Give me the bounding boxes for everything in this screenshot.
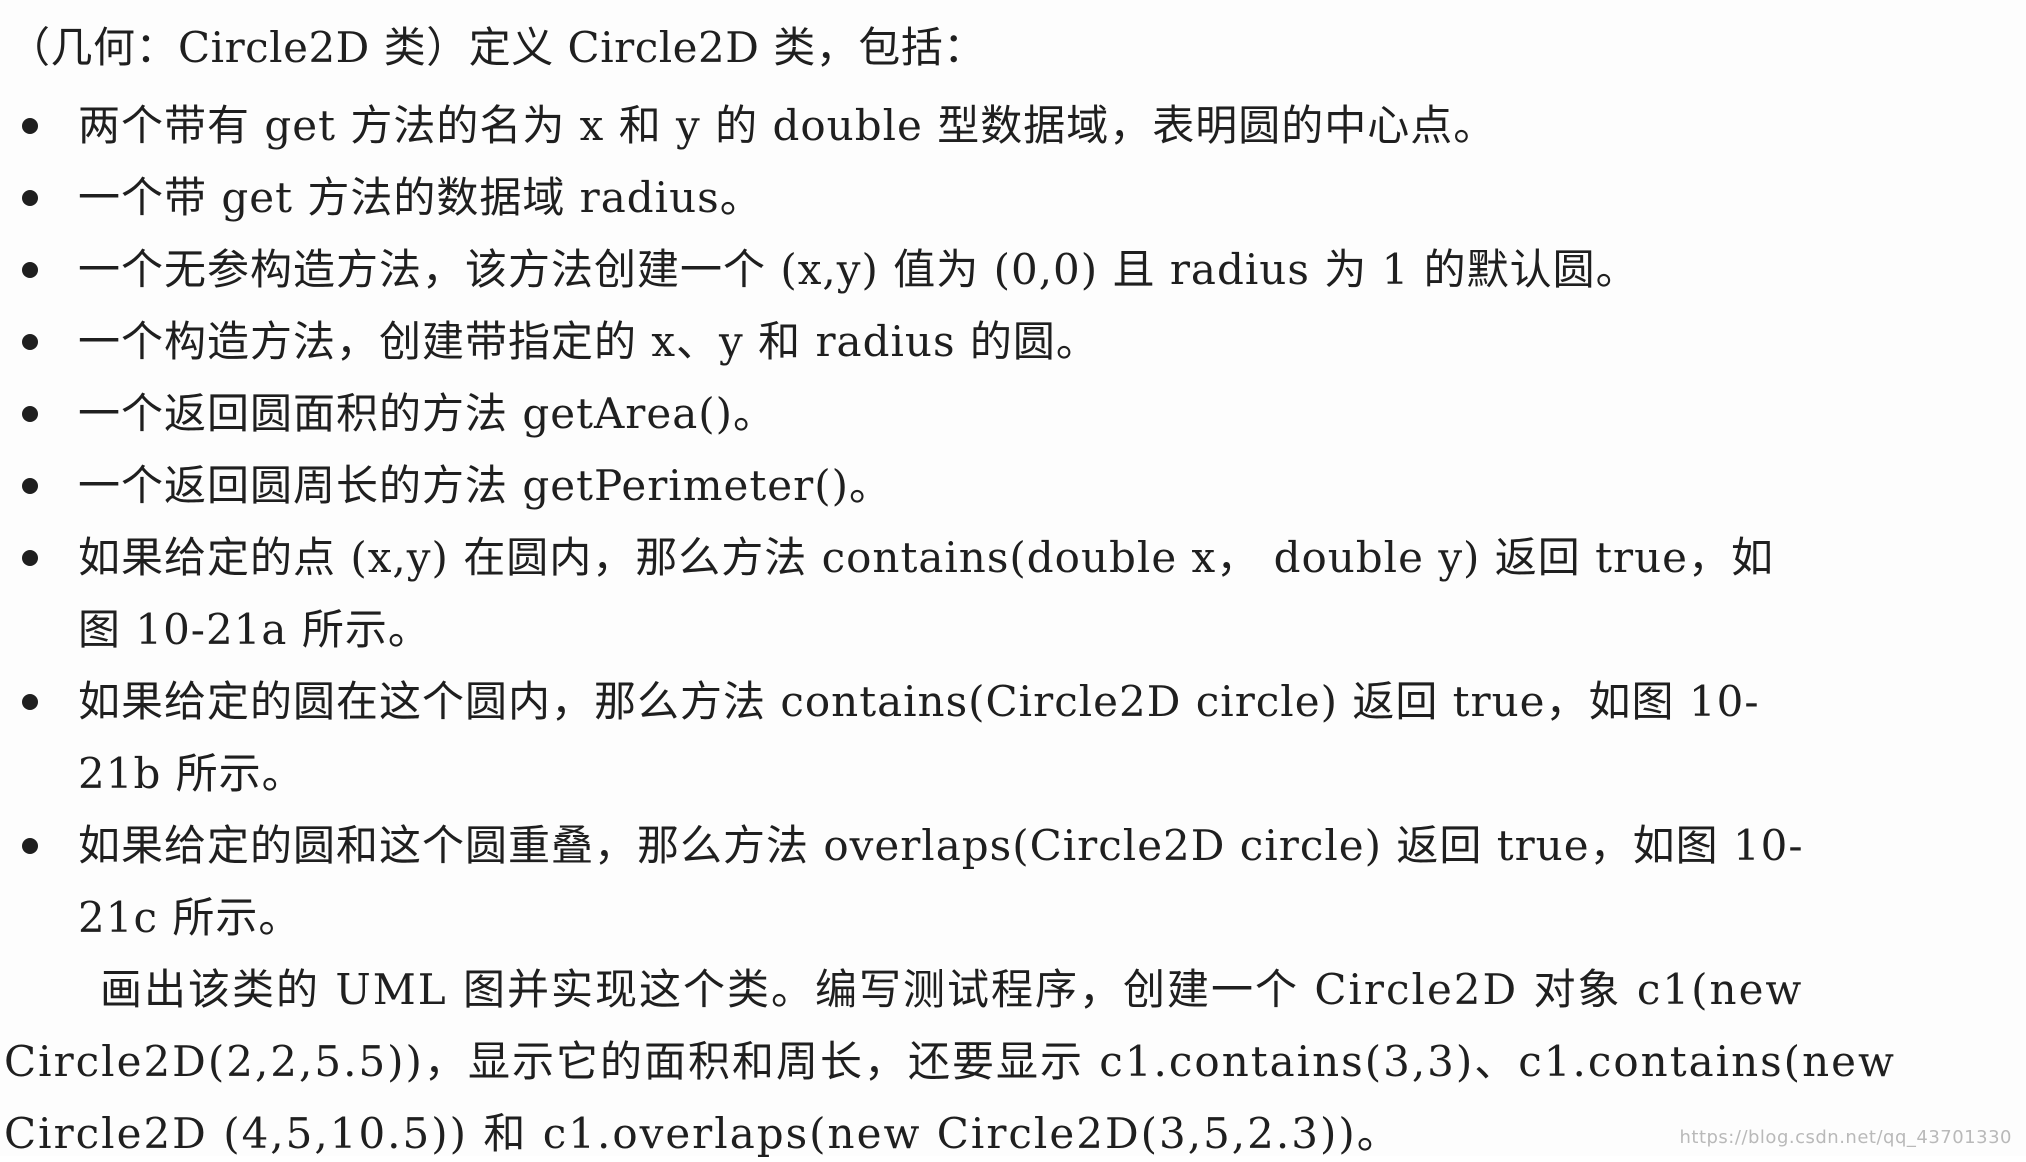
bullet-item-9-continuation: 21c 所示。 [78,893,302,942]
bullet-dot [22,694,38,710]
bullet-item-6: 一个返回圆周长的方法 getPerimeter()。 [78,461,892,510]
cropped-heading-fragment: —— [28,0,148,6]
bullet-dot [22,550,38,566]
bullet-item-3: 一个无参构造方法，该方法创建一个 (x,y) 值为 (0,0) 且 radius… [78,245,1639,294]
bullet-item-5: 一个返回圆面积的方法 getArea()。 [78,389,777,438]
bullet-dot [22,334,38,350]
bullet-dot [22,190,38,206]
paragraph-line-2: Circle2D(2,2,5.5))，显示它的面积和周长，还要显示 c1.con… [4,1037,1896,1086]
exercise-title: （几何：Circle2D 类）定义 Circle2D 类，包括： [8,23,986,72]
bullet-item-8: 如果给定的圆在这个圆内，那么方法 contains(Circle2D circl… [78,677,1760,726]
paragraph-line-3: Circle2D (4,5,10.5)) 和 c1.overlaps(new C… [4,1109,1401,1158]
document-page: —— （几何：Circle2D 类）定义 Circle2D 类，包括： 两个带有… [0,0,2026,1158]
bullet-item-8-continuation: 21b 所示。 [78,749,305,798]
bullet-item-7: 如果给定的点 (x,y) 在圆内，那么方法 contains(double x，… [78,533,1774,582]
watermark-url: https://blog.csdn.net/qq_43701330 [1679,1127,2012,1148]
bullet-dot [22,262,38,278]
bullet-item-4: 一个构造方法，创建带指定的 x、y 和 radius 的圆。 [78,317,1099,366]
bullet-item-7-continuation: 图 10-21a 所示。 [78,605,431,654]
bullet-dot [22,838,38,854]
bullet-dot [22,478,38,494]
bullet-dot [22,118,38,134]
bullet-item-1: 两个带有 get 方法的名为 x 和 y 的 double 型数据域，表明圆的中… [78,101,1497,150]
paragraph-line-1: 画出该类的 UML 图并实现这个类。编写测试程序，创建一个 Circle2D 对… [100,965,1804,1014]
bullet-dot [22,406,38,422]
bullet-item-2: 一个带 get 方法的数据域 radius。 [78,173,763,222]
bullet-item-9: 如果给定的圆和这个圆重叠，那么方法 overlaps(Circle2D circ… [78,821,1804,870]
